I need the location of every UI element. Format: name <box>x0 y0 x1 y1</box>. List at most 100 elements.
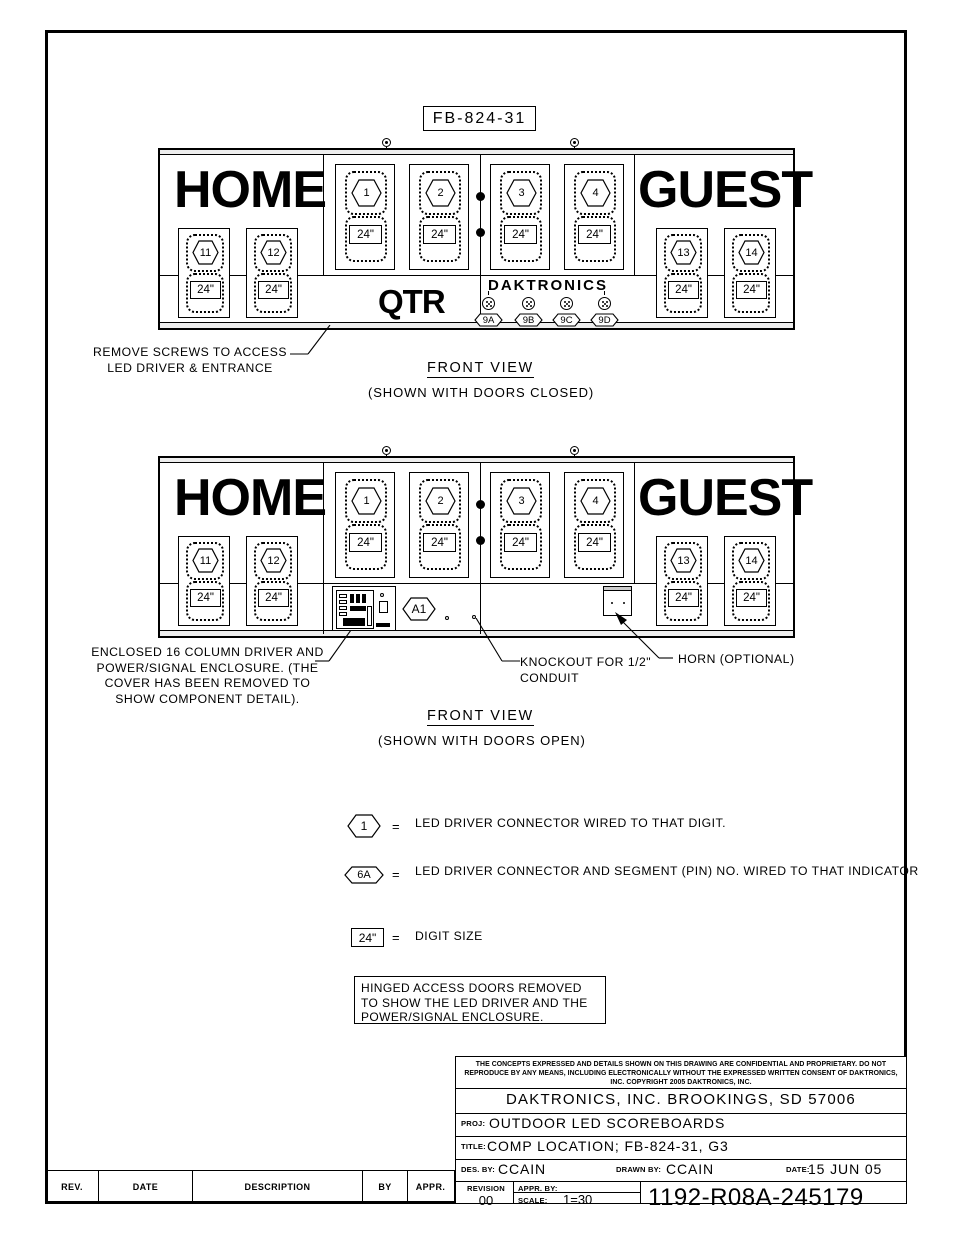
digit-door: 14 24" <box>724 228 776 318</box>
revision-header-description: DESCRIPTION <box>244 1182 311 1192</box>
indicator-hex-9A: 9A <box>474 313 503 327</box>
connector-hex-3: 3 <box>506 487 537 515</box>
revision-table: REV. DATE DESCRIPTION BY APPR. <box>45 1170 455 1204</box>
connector-number: 3 <box>518 187 525 199</box>
connector-number: 1 <box>363 495 370 507</box>
digit-door: 11 24" <box>178 228 230 318</box>
connector-number: 11 <box>199 554 212 567</box>
digit-size-box: 24" <box>504 225 537 244</box>
mount-bolt-icon <box>382 446 391 455</box>
indicator-connector-icon <box>560 297 573 310</box>
date-label: DATE: <box>786 1165 810 1174</box>
company-line: DAKTRONICS, INC. BROOKINGS, SD 57006 <box>506 1091 856 1108</box>
digit-door: 3 24" <box>490 164 550 270</box>
digit-size-box: 24" <box>190 589 221 607</box>
revision-label: REVISION <box>467 1184 505 1193</box>
digit-size-box: 24" <box>190 281 221 299</box>
connector-number: 11 <box>199 246 212 259</box>
connector-hex-11: 11 <box>192 548 219 573</box>
legend-text-digit-size: DIGIT SIZE <box>415 929 483 943</box>
digit-door: 4 24" <box>564 472 624 578</box>
connector-number: 12 <box>267 246 280 259</box>
guest-label: GUEST <box>638 469 813 527</box>
scale-value: 1=30 <box>563 1192 593 1207</box>
legend-symbol-number: 6A <box>357 869 371 881</box>
revision-header-by: BY <box>378 1182 392 1192</box>
digit-door: 12 24" <box>246 228 298 318</box>
connector-number: 4 <box>592 495 599 507</box>
scoreboard-front-open: HOME GUEST 11 24" 12 24" 1 24" 2 24" 3 2… <box>158 456 813 638</box>
digit-door: 1 24" <box>335 472 395 578</box>
revision-value: 00 <box>478 1193 494 1208</box>
indicator-hex-9D: 9D <box>590 313 619 327</box>
connector-hex-12: 12 <box>260 240 287 265</box>
digit-size-box: 24" <box>668 589 699 607</box>
digit-size-box: 24" <box>423 225 456 244</box>
digit-size-box: 24" <box>349 225 382 244</box>
connector-hex-12: 12 <box>260 548 287 573</box>
des-by-label: DES. BY: <box>461 1165 495 1174</box>
home-label: HOME <box>174 469 327 527</box>
panel-divider <box>634 463 636 583</box>
revision-header-date: DATE <box>132 1182 159 1192</box>
digit-size-box: 24" <box>736 281 767 299</box>
note-remove-screws: REMOVE SCREWS TO ACCESS LED DRIVER & ENT… <box>93 345 287 375</box>
digit-door: 3 24" <box>490 472 550 578</box>
indicator-connector-icon <box>482 297 495 310</box>
connector-number: 2 <box>437 187 444 199</box>
connector-hex-3: 3 <box>506 179 537 207</box>
note-horn: HORN (OPTIONAL) <box>678 652 795 666</box>
connector-hex-1: 1 <box>351 487 382 515</box>
digit-size-box: 24" <box>578 533 611 552</box>
proj-value: OUTDOOR LED SCOREBOARDS <box>489 1115 726 1131</box>
drawing-number: 1192-R08A-245179 <box>648 1184 864 1211</box>
mount-bolt-icon <box>382 138 391 147</box>
legend-symbol-hex-digit: 1 <box>347 814 381 838</box>
drawn-by-label: DRAWN BY: <box>616 1165 662 1174</box>
proj-label: PROJ: <box>461 1119 486 1128</box>
revision-header-appr: APPR. <box>415 1182 446 1192</box>
digit-size-box: 24" <box>504 533 537 552</box>
connector-hex-14: 14 <box>738 240 765 265</box>
legend-symbol-hex-indicator: 6A <box>344 866 384 884</box>
indicator-number: 9D <box>598 314 611 326</box>
digit-door: 11 24" <box>178 536 230 626</box>
digit-door: 13 24" <box>656 228 708 318</box>
legend-text-digit-connector: LED DRIVER CONNECTOR WIRED TO THAT DIGIT… <box>415 816 727 830</box>
title-block: THE CONCEPTS EXPRESSED AND DETAILS SHOWN… <box>455 1056 907 1211</box>
cabinet-top-rail <box>160 458 793 463</box>
indicator-connector-icon <box>522 297 535 310</box>
indicator-number: 9A <box>482 314 495 326</box>
view-subcaption-2: (SHOWN WITH DOORS OPEN) <box>378 733 586 748</box>
compartment-divider <box>323 583 325 634</box>
digit-door: 4 24" <box>564 164 624 270</box>
title-label: TITLE: <box>461 1142 486 1151</box>
digit-door: 14 24" <box>724 536 776 626</box>
colon-dot <box>476 500 485 509</box>
digit-door: 12 24" <box>246 536 298 626</box>
qtr-label: QTR <box>378 283 446 320</box>
panel-divider <box>480 155 482 326</box>
connector-number: 3 <box>518 495 525 507</box>
copyright-text: THE CONCEPTS EXPRESSED AND DETAILS SHOWN… <box>464 1061 898 1086</box>
connector-hex-14: 14 <box>738 548 765 573</box>
title-value: COMP LOCATION; FB-824-31, G3 <box>487 1138 729 1154</box>
drawn-by-value: CCAIN <box>666 1161 715 1177</box>
digit-door: 2 24" <box>409 472 469 578</box>
connector-number: 2 <box>437 495 444 507</box>
legend-equals: = <box>392 819 400 834</box>
connector-strip <box>376 623 390 627</box>
indicator-number: 9C <box>560 314 573 326</box>
note-enclosure: ENCLOSED 16 COLUMN DRIVER AND POWER/SIGN… <box>91 645 324 706</box>
knockout-hole <box>445 616 449 620</box>
view-subcaption-1: (SHOWN WITH DOORS CLOSED) <box>368 385 595 400</box>
connector-number: 13 <box>677 246 690 259</box>
legend-equals: = <box>392 867 400 882</box>
digit-size-box: 24" <box>578 225 611 244</box>
part-number-tag: FB-824-31 <box>423 106 536 131</box>
digit-door: 1 24" <box>335 164 395 270</box>
connector-hex-2: 2 <box>425 179 456 207</box>
terminal-block <box>379 601 388 613</box>
digit-size-box: 24" <box>736 589 767 607</box>
connector-number: 14 <box>745 246 758 259</box>
